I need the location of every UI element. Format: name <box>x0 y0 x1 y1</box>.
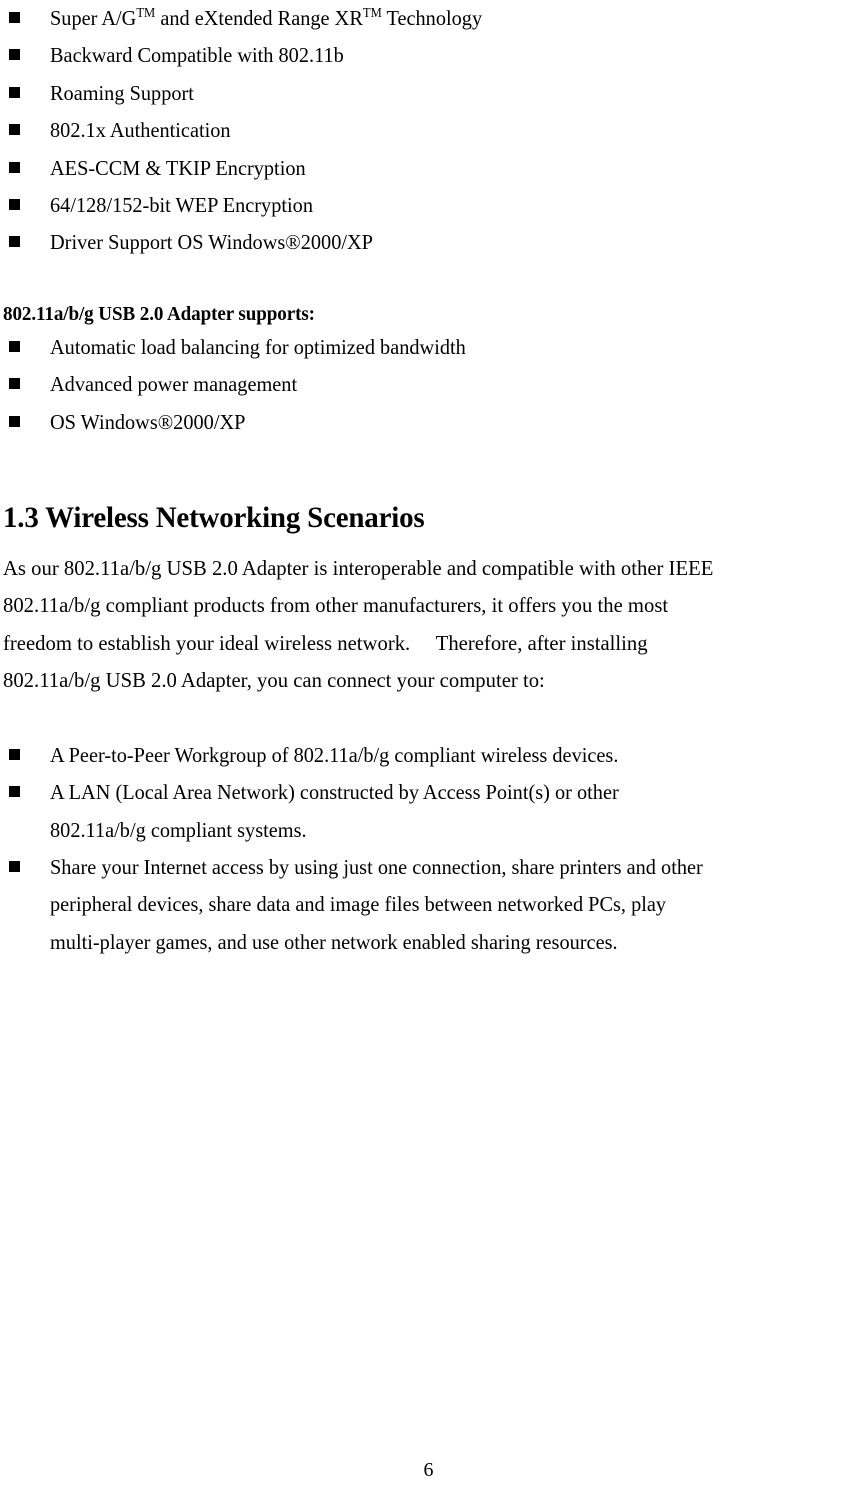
scenario-line: multi-player games, and use other networ… <box>50 929 618 954</box>
square-bullet-icon <box>9 236 20 248</box>
feature-roaming-support: Roaming Support <box>50 80 194 105</box>
square-bullet-icon <box>9 199 20 211</box>
square-bullet-icon <box>9 378 20 390</box>
supports-heading: 802.11a/b/g USB 2.0 Adapter supports: <box>3 302 315 325</box>
square-bullet-icon <box>9 12 20 23</box>
paragraph-line: 802.11a/b/g USB 2.0 Adapter, you can con… <box>3 668 545 693</box>
section-heading-1-3: 1.3 Wireless Networking Scenarios <box>3 501 425 535</box>
list-item: Driver Support OS Windows®2000/XP <box>3 224 857 261</box>
list-item: Roaming Support <box>3 75 857 112</box>
list-item: Automatic load balancing for optimized b… <box>3 329 857 366</box>
paragraph-line: As our 802.11a/b/g USB 2.0 Adapter is in… <box>3 556 714 581</box>
square-bullet-icon <box>9 860 20 872</box>
square-bullet-icon <box>9 340 20 352</box>
list-item: A Peer-to-Peer Workgroup of 802.11a/b/g … <box>3 737 857 774</box>
feature-aes-ccm-tkip: AES-CCM & TKIP Encryption <box>50 155 306 180</box>
list-item: OS Windows®2000/XP <box>3 404 857 441</box>
square-bullet-icon <box>9 748 20 760</box>
supports-bullet-list: Automatic load balancing for optimized b… <box>3 329 857 441</box>
feature-backward-compatible: Backward Compatible with 802.11b <box>50 43 344 68</box>
scenarios-bullet-list: A Peer-to-Peer Workgroup of 802.11a/b/g … <box>3 737 857 961</box>
scenario-peer-to-peer-workgroup: A Peer-to-Peer Workgroup of 802.11a/b/g … <box>50 742 619 767</box>
support-automatic-load-balancing: Automatic load balancing for optimized b… <box>50 334 466 359</box>
list-item: Backward Compatible with 802.11b <box>3 37 857 74</box>
list-item: A LAN (Local Area Network) constructed b… <box>3 774 857 849</box>
section-intro-paragraph: As our 802.11a/b/g USB 2.0 Adapter is in… <box>3 550 857 700</box>
feature-super-ag-xr: Super A/GTM and eXtended Range XRTM Tech… <box>50 4 483 30</box>
list-item: 64/128/152-bit WEP Encryption <box>3 187 857 224</box>
scenario-line: A LAN (Local Area Network) constructed b… <box>50 780 619 805</box>
document-page: Super A/GTM and eXtended Range XRTM Tech… <box>0 0 857 1491</box>
page-content: Super A/GTM and eXtended Range XRTM Tech… <box>3 0 857 961</box>
square-bullet-icon <box>9 49 20 61</box>
list-item: 802.1x Authentication <box>3 112 857 149</box>
paragraph-line: freedom to establish your ideal wireless… <box>3 630 648 655</box>
scenario-share-internet-access: Share your Internet access by using just… <box>50 849 857 961</box>
square-bullet-icon <box>9 124 20 136</box>
square-bullet-icon <box>9 786 20 798</box>
feature-driver-support-os: Driver Support OS Windows®2000/XP <box>50 230 373 255</box>
square-bullet-icon <box>9 161 20 173</box>
support-os-windows: OS Windows®2000/XP <box>50 409 246 434</box>
list-item: Share your Internet access by using just… <box>3 849 857 961</box>
scenario-line: 802.11a/b/g compliant systems. <box>50 817 307 842</box>
support-advanced-power-management: Advanced power management <box>50 372 298 397</box>
list-item: Super A/GTM and eXtended Range XRTM Tech… <box>3 0 857 37</box>
list-item: Advanced power management <box>3 366 857 403</box>
feature-8021x-authentication: 802.1x Authentication <box>50 118 231 143</box>
scenario-line: peripheral devices, share data and image… <box>50 892 667 917</box>
scenario-lan-access-point: A LAN (Local Area Network) constructed b… <box>50 774 857 849</box>
square-bullet-icon <box>9 415 20 427</box>
square-bullet-icon <box>9 86 20 98</box>
list-item: AES-CCM & TKIP Encryption <box>3 150 857 187</box>
scenario-line: Share your Internet access by using just… <box>50 854 703 879</box>
page-number-footer: 6 <box>423 1459 434 1481</box>
paragraph-line: 802.11a/b/g compliant products from othe… <box>3 593 669 618</box>
features-bullet-list: Super A/GTM and eXtended Range XRTM Tech… <box>3 0 857 262</box>
feature-wep-encryption: 64/128/152-bit WEP Encryption <box>50 193 313 218</box>
